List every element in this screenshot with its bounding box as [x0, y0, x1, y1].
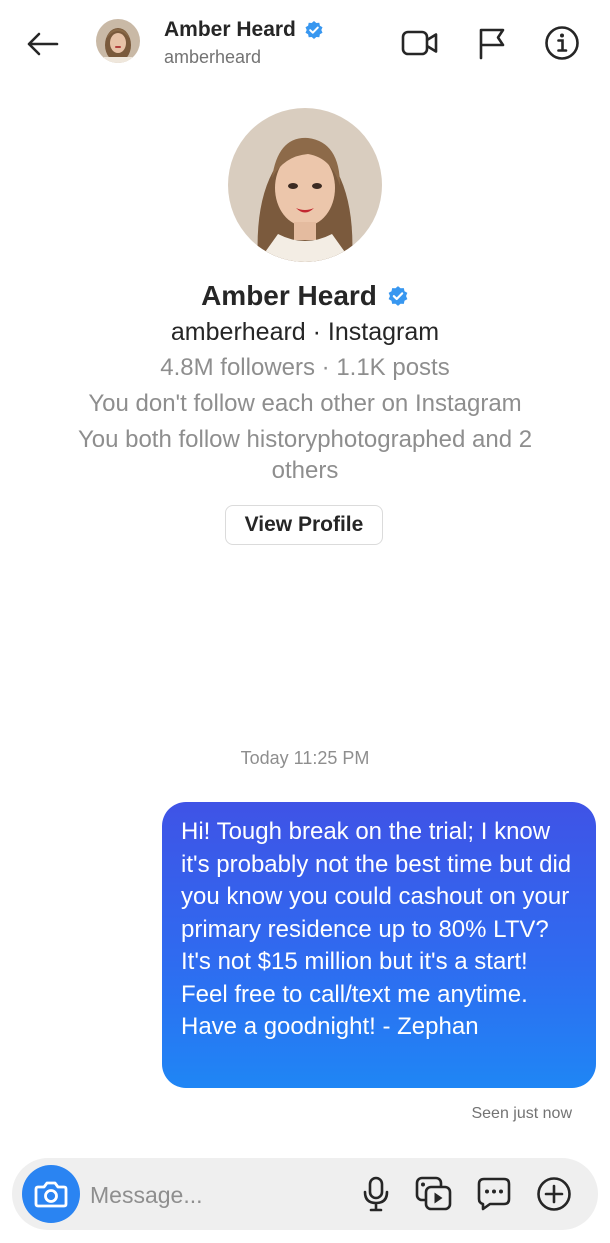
info-icon: [545, 26, 579, 60]
gallery-icon: [415, 1176, 452, 1211]
profile-handle-line: amberheard · Instagram: [170, 318, 440, 346]
profile-name: Amber Heard: [0, 280, 610, 312]
sticker-button[interactable]: [474, 1172, 514, 1216]
back-button[interactable]: [20, 24, 64, 64]
gallery-button[interactable]: [414, 1172, 454, 1216]
outgoing-message-bubble[interactable]: Hi! Tough break on the trial; I know it'…: [162, 802, 596, 1088]
header-name-text: Amber Heard: [164, 18, 296, 41]
header-username: amberheard: [164, 47, 262, 67]
header-avatar[interactable]: [96, 19, 140, 63]
info-button[interactable]: [542, 22, 582, 64]
profile-avatar[interactable]: [228, 108, 382, 262]
microphone-icon: [363, 1176, 389, 1212]
back-arrow-icon: [27, 32, 59, 56]
camera-button[interactable]: [22, 1165, 80, 1223]
mutual-follow-line: You both follow historyphotographed and …: [77, 426, 533, 484]
follow-status-line: You don't follow each other on Instagram: [88, 390, 522, 417]
view-profile-button[interactable]: View Profile: [225, 505, 383, 545]
camera-icon: [34, 1181, 68, 1208]
message-timestamp: Today 11:25 PM: [240, 748, 370, 768]
add-attachment-button[interactable]: [534, 1172, 574, 1216]
verified-badge-icon: [305, 21, 323, 39]
profile-name-text: Amber Heard: [201, 280, 377, 311]
chat-sticker-icon: [477, 1177, 511, 1211]
report-flag-button[interactable]: [472, 22, 512, 64]
video-call-icon: [401, 30, 438, 56]
message-input[interactable]: [88, 1170, 342, 1220]
video-call-button[interactable]: [400, 22, 440, 64]
header-name[interactable]: Amber Heard: [164, 18, 324, 42]
chat-header: Amber Heard amberheard: [0, 0, 610, 86]
add-icon: [537, 1177, 571, 1211]
voice-message-button[interactable]: [356, 1172, 396, 1216]
flag-icon: [479, 28, 505, 60]
seen-status: Seen just now: [471, 1105, 572, 1122]
profile-stats-line: 4.8M followers · 1.1K posts: [160, 354, 450, 381]
verified-badge-icon: [388, 286, 408, 306]
